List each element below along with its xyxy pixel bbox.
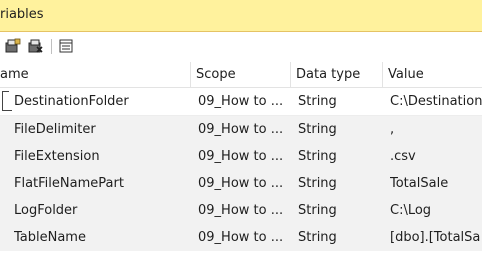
window-title: riables xyxy=(0,7,44,22)
variable-scope-cell[interactable]: 09_How to ... xyxy=(198,224,288,251)
variable-value-cell[interactable]: .csv xyxy=(390,143,482,170)
variable-scope-cell[interactable]: 09_How to ... xyxy=(198,88,288,115)
table-row[interactable]: DestinationFolder 09_How to ... String C… xyxy=(0,88,482,115)
variable-scope-cell[interactable]: 09_How to ... xyxy=(198,170,288,197)
variable-value-cell[interactable]: C:\Destination xyxy=(390,88,482,115)
table-row[interactable]: FlatFileNamePart 09_How to ... String To… xyxy=(0,170,482,197)
grid-options-icon[interactable] xyxy=(57,37,75,55)
table-row[interactable]: TableName 09_How to ... String [dbo].[To… xyxy=(0,224,482,251)
variable-name-cell[interactable]: FileDelimiter xyxy=(14,116,189,143)
variable-type-cell[interactable]: String xyxy=(298,170,378,197)
variable-name-cell[interactable]: FileExtension xyxy=(14,143,189,170)
column-header-value[interactable]: Value xyxy=(382,62,482,88)
variable-scope-cell[interactable]: 09_How to ... xyxy=(198,197,288,224)
variable-scope-cell[interactable]: 09_How to ... xyxy=(198,143,288,170)
variable-name-cell[interactable]: DestinationFolder xyxy=(14,88,189,115)
row-selector-marker xyxy=(2,91,12,111)
variable-name-cell[interactable]: LogFolder xyxy=(14,197,189,224)
variables-window-titlebar: riables xyxy=(0,0,482,32)
variables-toolbar xyxy=(0,33,482,59)
add-variable-icon[interactable] xyxy=(4,37,22,55)
variable-scope-cell[interactable]: 09_How to ... xyxy=(198,116,288,143)
variable-type-cell[interactable]: String xyxy=(298,143,378,170)
variable-value-cell[interactable]: [dbo].[TotalSa xyxy=(390,224,482,251)
column-header-data-type[interactable]: Data type xyxy=(290,62,382,88)
variable-value-cell[interactable]: C:\Log xyxy=(390,197,482,224)
column-header-scope[interactable]: Scope xyxy=(190,62,290,88)
table-row[interactable]: LogFolder 09_How to ... String C:\Log xyxy=(0,197,482,224)
variable-name-cell[interactable]: TableName xyxy=(14,224,189,251)
variable-type-cell[interactable]: String xyxy=(298,116,378,143)
variable-name-cell[interactable]: FlatFileNamePart xyxy=(14,170,189,197)
variable-type-cell[interactable]: String xyxy=(298,197,378,224)
grid-header: ame Scope Data type Value xyxy=(0,62,482,88)
variable-type-cell[interactable]: String xyxy=(298,224,378,251)
table-row[interactable]: FileDelimiter 09_How to ... String , xyxy=(0,116,482,143)
variable-value-cell[interactable]: , xyxy=(390,116,482,143)
variable-type-cell[interactable]: String xyxy=(298,88,378,115)
variable-value-cell[interactable]: TotalSale xyxy=(390,170,482,197)
delete-variable-icon[interactable] xyxy=(26,37,44,55)
variables-grid: ame Scope Data type Value DestinationFol… xyxy=(0,62,482,253)
toolbar-separator xyxy=(51,39,52,54)
table-row[interactable]: FileExtension 09_How to ... String .csv xyxy=(0,143,482,170)
column-header-name[interactable]: ame xyxy=(0,62,190,88)
